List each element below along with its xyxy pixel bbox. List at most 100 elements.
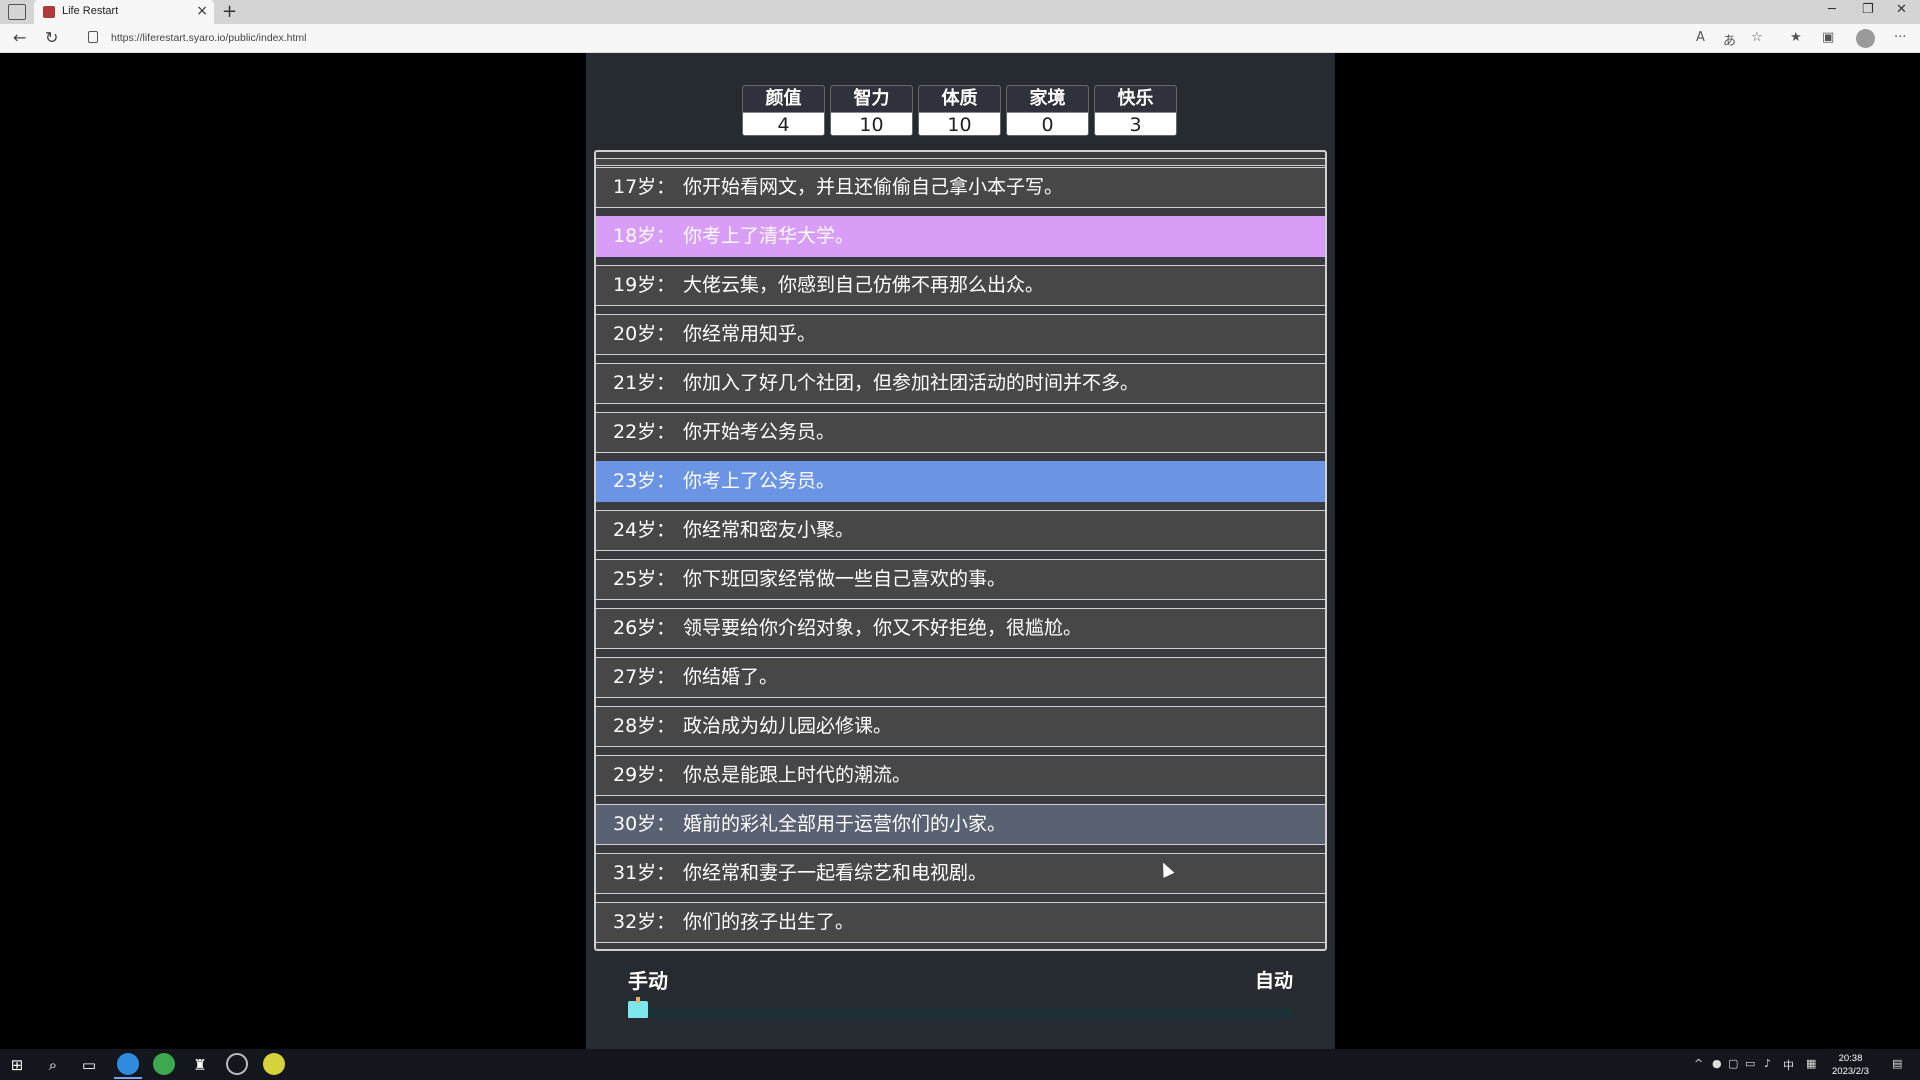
- event-text: 领导要给你介绍对象，你又不好拒绝，很尴尬。: [683, 617, 1083, 639]
- keyboard-icon[interactable]: ▦: [1806, 1057, 1816, 1070]
- speed-slider-track[interactable]: [628, 1008, 1293, 1018]
- event-text: 你加入了好几个社团，但参加社团活动的时间并不多。: [683, 372, 1140, 394]
- stat-intelligence: 智力 10: [830, 85, 913, 136]
- speed-control: 手动 自动: [628, 965, 1293, 1025]
- misc-app-icon[interactable]: [263, 1053, 285, 1075]
- event-age: 29岁：: [613, 764, 676, 786]
- refresh-icon[interactable]: ↻: [45, 28, 58, 47]
- event-text: 你开始看网文，并且还偷偷自己拿小本子写。: [683, 176, 1064, 198]
- event-row: 25岁： 你下班回家经常做一些自己喜欢的事。: [596, 559, 1325, 600]
- event-row: 28岁： 政治成为幼儿园必修课。: [596, 706, 1325, 747]
- minimize-icon[interactable]: ─: [1828, 2, 1836, 17]
- stat-physique: 体质 10: [918, 85, 1001, 136]
- event-text: 政治成为幼儿园必修课。: [683, 715, 893, 737]
- life-event-log[interactable]: 17岁： 你开始看网文，并且还偷偷自己拿小本子写。 18岁： 你考上了清华大学。 1…: [594, 150, 1327, 951]
- add-favorite-icon[interactable]: ☆: [1751, 30, 1763, 45]
- task-view-icon[interactable]: ▭: [78, 1054, 100, 1076]
- game-panel: 颜值 4 智力 10 体质 10 家境 0 快乐 3 17岁： 你开始看网文，并且…: [586, 53, 1335, 1049]
- event-age: 32岁：: [613, 911, 676, 933]
- event-age: 19岁：: [613, 274, 676, 296]
- event-text: 你结婚了。: [683, 666, 779, 688]
- active-app-indicator: [114, 1077, 142, 1079]
- favorites-icon[interactable]: ★: [1790, 30, 1802, 45]
- event-row: 23岁： 你考上了公务员。: [596, 461, 1325, 502]
- taskbar-clock[interactable]: 20:38 2023/2/3: [1832, 1052, 1869, 1078]
- event-row: 30岁： 婚前的彩礼全部用于运营你们的小家。: [596, 804, 1325, 845]
- steam-icon[interactable]: ♜: [189, 1054, 211, 1076]
- event-row: 31岁： 你经常和妻子一起看综艺和电视剧。: [596, 853, 1325, 894]
- event-row: 20岁： 你经常用知乎。: [596, 314, 1325, 355]
- tab-title: Life Restart: [62, 5, 119, 17]
- stat-appearance: 颜值 4: [742, 85, 825, 136]
- stat-value: 3: [1129, 114, 1142, 136]
- translate-icon[interactable]: あ: [1723, 30, 1736, 49]
- event-text: 你经常和妻子一起看综艺和电视剧。: [683, 862, 988, 884]
- clock-app-icon[interactable]: [226, 1053, 248, 1075]
- event-row: 29岁： 你总是能跟上时代的潮流。: [596, 755, 1325, 796]
- stat-value: 0: [1041, 114, 1054, 136]
- ime-indicator[interactable]: 中: [1783, 1057, 1794, 1073]
- event-age: 27岁：: [613, 666, 676, 688]
- stat-label: 体质: [919, 86, 1000, 113]
- event-age: 30岁：: [613, 813, 676, 835]
- event-age: 22岁：: [613, 421, 676, 443]
- event-text: 你经常和密友小聚。: [683, 519, 855, 541]
- event-age: 26岁：: [613, 617, 676, 639]
- auto-label[interactable]: 自动: [1255, 966, 1293, 993]
- tab-close-icon[interactable]: ×: [196, 3, 208, 19]
- event-age: 21岁：: [613, 372, 676, 394]
- site-favicon-icon: [43, 6, 55, 18]
- url-field[interactable]: https://liferestart.syaro.io/public/inde…: [111, 32, 307, 44]
- microphone-icon[interactable]: ●: [1712, 1057, 1722, 1070]
- event-row: 24岁： 你经常和密友小聚。: [596, 510, 1325, 551]
- network-icon[interactable]: ▭: [1745, 1057, 1755, 1070]
- event-list: 17岁： 你开始看网文，并且还偷偷自己拿小本子写。 18岁： 你考上了清华大学。 1…: [596, 167, 1325, 949]
- edge-icon[interactable]: [117, 1053, 139, 1075]
- clock-time: 20:38: [1838, 1053, 1863, 1064]
- tab-actions-icon[interactable]: [8, 4, 26, 20]
- manual-label[interactable]: 手动: [628, 965, 668, 994]
- collections-icon[interactable]: ▣: [1822, 30, 1834, 45]
- event-row: 17岁： 你开始看网文，并且还偷偷自己拿小本子写。: [596, 167, 1325, 208]
- start-icon[interactable]: ⊞: [6, 1054, 28, 1076]
- restore-icon[interactable]: ❐: [1862, 2, 1874, 17]
- notification-icon[interactable]: ▤: [1892, 1057, 1902, 1070]
- address-bar: ← ↻ https://liferestart.syaro.io/public/…: [0, 24, 1920, 53]
- browser-app-icon[interactable]: [153, 1053, 175, 1075]
- back-icon[interactable]: ←: [13, 28, 26, 47]
- event-age: 18岁：: [613, 225, 676, 247]
- event-row: 22岁： 你开始考公务员。: [596, 412, 1325, 453]
- more-menu-icon[interactable]: ···: [1894, 30, 1906, 45]
- scrolled-entry: [596, 158, 1325, 166]
- search-icon[interactable]: ⌕: [42, 1054, 64, 1076]
- event-text: 婚前的彩礼全部用于运营你们的小家。: [683, 813, 1007, 835]
- profile-avatar[interactable]: [1856, 29, 1875, 48]
- lock-icon[interactable]: [88, 31, 98, 43]
- speed-slider-thumb[interactable]: [628, 997, 648, 1018]
- stat-family: 家境 0: [1006, 85, 1089, 136]
- event-row: 32岁： 你们的孩子出生了。: [596, 902, 1325, 943]
- event-text: 大佬云集，你感到自己仿佛不再那么出众。: [683, 274, 1045, 296]
- volume-icon[interactable]: ♪: [1764, 1057, 1771, 1070]
- event-text: 你考上了公务员。: [683, 470, 836, 492]
- event-row: 21岁： 你加入了好几个社团，但参加社团活动的时间并不多。: [596, 363, 1325, 404]
- event-age: 23岁：: [613, 470, 676, 492]
- event-age: 20岁：: [613, 323, 676, 345]
- event-text: 你经常用知乎。: [683, 323, 817, 345]
- event-row: 19岁： 大佬云集，你感到自己仿佛不再那么出众。: [596, 265, 1325, 306]
- read-aloud-icon[interactable]: A: [1696, 30, 1705, 45]
- event-text: 你开始考公务员。: [683, 421, 836, 443]
- event-row: 27岁： 你结婚了。: [596, 657, 1325, 698]
- event-text: 你们的孩子出生了。: [683, 911, 855, 933]
- browser-tab[interactable]: Life Restart ×: [34, 0, 214, 24]
- display-icon[interactable]: ▢: [1728, 1057, 1738, 1070]
- event-text: 你考上了清华大学。: [683, 225, 855, 247]
- tray-overflow-icon[interactable]: ^: [1694, 1057, 1703, 1070]
- new-tab-icon[interactable]: +: [222, 1, 237, 22]
- event-age: 17岁：: [613, 176, 676, 198]
- stat-label: 快乐: [1095, 86, 1176, 113]
- stat-value: 10: [947, 114, 972, 136]
- window-close-icon[interactable]: ✕: [1896, 2, 1907, 17]
- attribute-bar: 颜值 4 智力 10 体质 10 家境 0 快乐 3: [742, 85, 1177, 136]
- event-row: 26岁： 领导要给你介绍对象，你又不好拒绝，很尴尬。: [596, 608, 1325, 649]
